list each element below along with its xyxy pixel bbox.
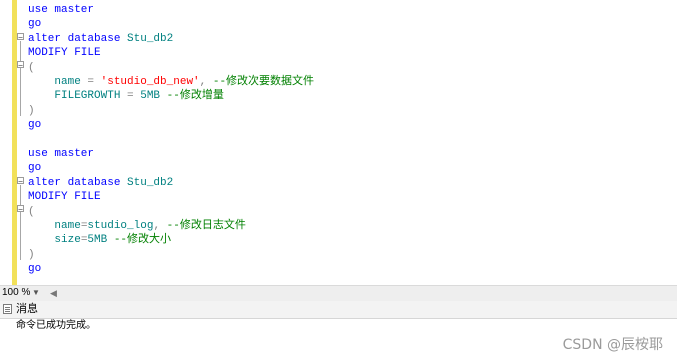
code-line[interactable]: go [28,161,41,175]
collapse-paren-1-icon[interactable]: − [17,61,24,70]
messages-icon [3,304,12,314]
code-token: Stu_db2 [127,32,174,45]
zoom-dropdown-icon[interactable]: ▼ [32,286,40,300]
code-line[interactable]: go [28,17,41,31]
code-token: use master [28,148,95,160]
code-token: 'studio_db_new' [100,76,200,88]
fold-guide-1 [20,41,21,116]
code-token: --修改次要数据文件 [212,76,315,88]
code-line[interactable]: MODIFY FILE [28,190,101,204]
code-token: go [28,18,42,31]
code-token: --修改日志文件 [166,220,246,232]
code-token: go [28,162,42,175]
code-token: alter database [28,32,128,45]
code-token: MODIFY FILE [28,47,101,60]
code-token: ( [28,205,35,218]
code-line[interactable]: go [28,118,41,132]
code-token: Stu_db2 [127,176,174,189]
change-tracking-margin [12,0,17,285]
code-token: = [127,90,141,103]
code-line[interactable]: FILEGROWTH = 5MB --修改增量 [28,89,224,103]
fold-guide-2 [20,185,21,260]
code-token: = [87,76,101,88]
code-token: ) [28,104,35,117]
code-line[interactable]: ) [28,248,35,262]
code-line[interactable]: ( [28,61,35,75]
code-token: 5MB [140,90,167,103]
message-text: 命令已成功完成。 [16,320,96,331]
code-line[interactable]: go [28,262,41,276]
code-token: size [28,234,81,247]
code-line[interactable]: MODIFY FILE [28,46,101,60]
code-token: name [28,76,88,88]
code-token: go [28,119,42,132]
collapse-block-2-icon[interactable]: − [17,177,24,186]
code-line[interactable]: ) [28,104,35,118]
code-token: ( [28,61,35,74]
code-line[interactable]: alter database Stu_db2 [28,176,173,190]
code-token: , [199,76,213,88]
code-token: alter database [28,176,128,189]
code-token: go [28,263,42,276]
code-line[interactable]: use master [28,147,94,161]
code-token: FILEGROWTH [28,90,128,103]
code-token: --修改大小 [113,234,172,247]
code-token: , [153,220,167,232]
code-line[interactable]: name = 'studio_db_new', --修改次要数据文件 [28,75,314,89]
collapse-block-1-icon[interactable]: − [17,33,24,42]
code-line[interactable]: alter database Stu_db2 [28,32,173,46]
scroll-left-icon[interactable]: ◀ [50,286,57,300]
watermark: CSDN @辰桉耶 [562,337,663,353]
code-token: MODIFY FILE [28,191,101,204]
sql-query-editor[interactable]: use master go alter database Stu_db2 MODIFY… [0,0,677,285]
code-line[interactable]: name=studio_log, --修改日志文件 [28,219,246,233]
zoom-status-bar: 100 % ▼ ◀ [0,285,677,301]
code-token: --修改增量 [166,90,224,103]
code-token: ) [28,248,35,261]
tab-messages[interactable]: 消息 [16,301,38,318]
code-token: use master [28,4,95,16]
code-line[interactable]: ( [28,205,35,219]
zoom-level[interactable]: 100 % [2,286,30,300]
results-tab-bar: 消息 [0,301,677,319]
code-line[interactable]: use master [28,3,94,17]
code-line[interactable]: size=5MB --修改大小 [28,233,171,247]
code-token: name [28,220,81,232]
collapse-paren-2-icon[interactable]: − [17,205,24,214]
code-token: 5MB [87,234,114,247]
code-token: studio_log [87,220,154,232]
